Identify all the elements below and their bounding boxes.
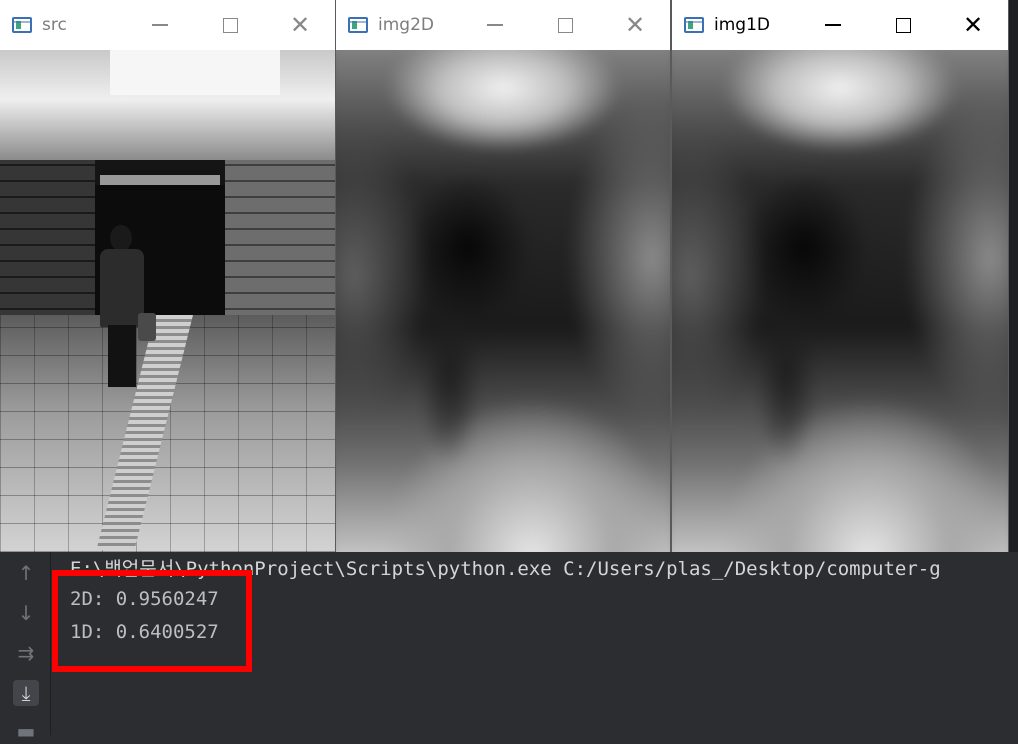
window-img1d[interactable]: img1D ✕ [672, 0, 1008, 552]
red-highlight-box [52, 570, 252, 672]
source-image [0, 50, 335, 552]
close-button[interactable]: ✕ [600, 0, 670, 50]
soft-wrap-icon[interactable]: ⇉ [13, 640, 39, 666]
app-window-icon [684, 17, 704, 33]
arrow-up-icon[interactable]: ↑ [13, 560, 39, 586]
titlebar-img1d[interactable]: img1D ✕ [672, 0, 1008, 50]
image-person-legs [108, 325, 136, 387]
minimize-button[interactable] [798, 0, 868, 50]
close-button[interactable]: ✕ [265, 0, 335, 50]
console-toolbar: ↑ ↓ ⇉ ⤓ ▬ [0, 552, 51, 743]
window-src[interactable]: src ✕ [0, 0, 335, 552]
minimize-button[interactable] [125, 0, 195, 50]
print-icon[interactable]: ▬ [13, 718, 39, 744]
app-window-icon [12, 17, 32, 33]
image-person [92, 225, 156, 395]
blurred-image-2d [336, 50, 670, 552]
arrow-down-icon[interactable]: ↓ [13, 600, 39, 626]
titlebar-src[interactable]: src ✕ [0, 0, 335, 50]
app-window-icon [348, 17, 368, 33]
image-person-bag [138, 313, 156, 341]
maximize-button[interactable] [195, 0, 265, 50]
scroll-to-end-icon[interactable]: ⤓ [13, 680, 39, 706]
blurred-image-content [672, 50, 1008, 552]
ide-editor-edge [1008, 52, 1018, 552]
blurred-image-content [336, 50, 670, 552]
window-title: src [42, 15, 67, 35]
blurred-image-1d [672, 50, 1008, 552]
close-button[interactable]: ✕ [938, 0, 1008, 50]
window-title: img2D [378, 15, 434, 35]
maximize-button[interactable] [530, 0, 600, 50]
window-title: img1D [714, 15, 770, 35]
window-img2d[interactable]: img2D ✕ [336, 0, 670, 552]
maximize-button[interactable] [868, 0, 938, 50]
titlebar-img2d[interactable]: img2D ✕ [336, 0, 670, 50]
image-person-head [110, 225, 132, 251]
image-ceiling-light [110, 50, 280, 95]
minimize-button[interactable] [460, 0, 530, 50]
